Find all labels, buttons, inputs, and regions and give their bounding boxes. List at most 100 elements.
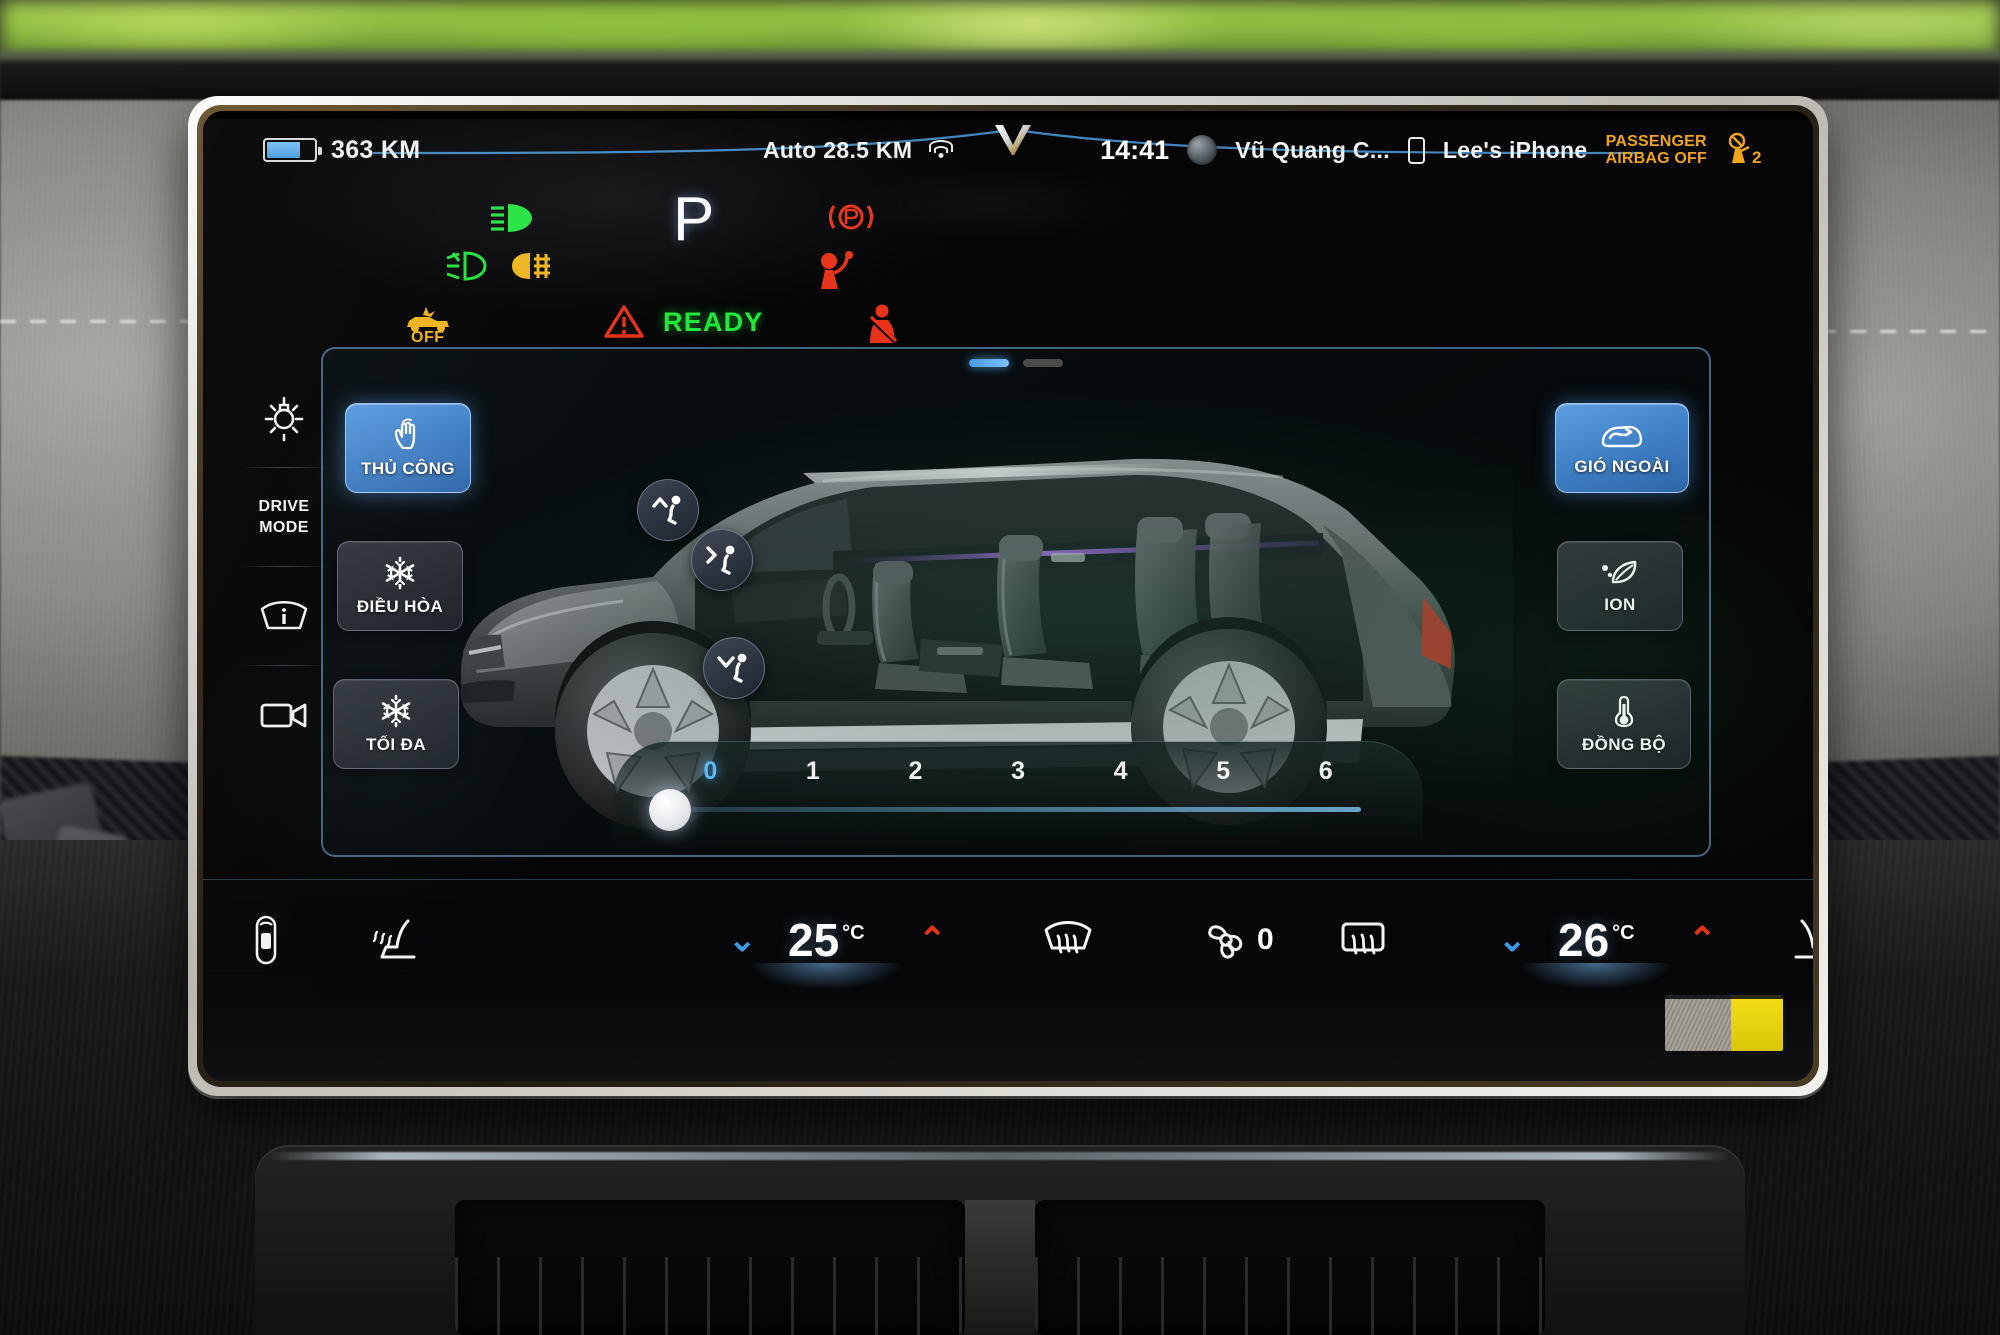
climate-button-ac[interactable]: ĐIỀU HÒA bbox=[337, 541, 463, 631]
climate-button-max-label: TỐI ĐA bbox=[365, 734, 426, 754]
car-top-view-icon bbox=[251, 914, 281, 966]
right-temp-value: 26 bbox=[1558, 913, 1610, 966]
climate-button-fresh-air-label: GIÓ NGOÀI bbox=[1574, 456, 1670, 476]
fan-tick-4[interactable]: 4 bbox=[1069, 757, 1172, 786]
chevron-up-icon: ⌃ bbox=[918, 920, 947, 959]
general-warning-icon bbox=[603, 303, 645, 341]
left-temp-down-button[interactable]: ⌄ bbox=[728, 923, 757, 957]
climate-button-ac-label: ĐIỀU HÒA bbox=[356, 596, 444, 616]
fan-slider-ticks: 0 1 2 3 4 5 6 bbox=[659, 757, 1377, 786]
rear-fog-lamp-icon bbox=[508, 249, 558, 283]
passenger-airbag-off-icon: 2 bbox=[1725, 132, 1769, 167]
clock: 14:41 bbox=[1100, 134, 1170, 165]
thermometer-sync-icon bbox=[1611, 694, 1637, 728]
climate-button-ion[interactable]: ION bbox=[1557, 541, 1683, 631]
fresh-air-circulation-icon bbox=[1599, 420, 1645, 450]
auto-distance-value: Auto 28.5 KM bbox=[763, 136, 913, 163]
infotainment-screen[interactable]: 363 KM Auto 28.5 KM 14:41 Vũ Quang C... … bbox=[203, 119, 1813, 999]
camera-icon bbox=[259, 698, 309, 732]
traction-off-label: OFF bbox=[411, 329, 445, 346]
center-vent-right[interactable] bbox=[1035, 1200, 1545, 1335]
climate-control-panel: THỦ CÔNG ĐIỀU HÒA TỐI ĐA GIÓ NGOÀI ION Đ… bbox=[321, 347, 1711, 857]
driver-seat-heater-icon bbox=[368, 917, 422, 963]
occupant-count: 2 bbox=[1752, 148, 1761, 167]
climate-button-sync[interactable]: ĐỒNG BỘ bbox=[1557, 679, 1691, 769]
fan-status-display[interactable]: 0 bbox=[1203, 918, 1274, 962]
parking-brake-icon bbox=[828, 197, 874, 237]
climate-button-manual-label: THỦ CÔNG bbox=[361, 458, 455, 478]
chevron-up-icon: ⌃ bbox=[1688, 920, 1717, 959]
vent-chrome-trim bbox=[268, 1152, 1730, 1160]
phone-icon bbox=[1407, 136, 1425, 164]
center-vent-left[interactable] bbox=[455, 1200, 965, 1335]
passenger-seat-heater-button[interactable] bbox=[1788, 917, 1813, 963]
wifi-icon bbox=[928, 140, 954, 160]
front-defrost-icon bbox=[1041, 918, 1095, 962]
page-indicator[interactable] bbox=[969, 359, 1063, 367]
climate-button-fresh-air[interactable]: GIÓ NGOÀI bbox=[1555, 403, 1689, 493]
fan-icon bbox=[1203, 918, 1249, 962]
snowflake-icon bbox=[379, 694, 413, 728]
right-temperature-display[interactable]: 26 °C bbox=[1521, 913, 1672, 989]
sidebar-item-vehicle-info[interactable] bbox=[241, 567, 327, 665]
right-temp-unit: °C bbox=[1612, 921, 1635, 944]
user-avatar[interactable] bbox=[1187, 135, 1218, 165]
drive-mode-label-1: DRIVE bbox=[258, 497, 310, 515]
passenger-airbag-status: PASSENGER AIRBAG OFF bbox=[1605, 133, 1707, 167]
traction-control-off-icon: OFF bbox=[395, 303, 465, 346]
user-name[interactable]: Vũ Quang C... bbox=[1235, 137, 1390, 164]
fan-tick-3[interactable]: 3 bbox=[967, 757, 1070, 786]
chevron-down-icon: ⌄ bbox=[728, 920, 757, 959]
display-glass: 363 KM Auto 28.5 KM 14:41 Vũ Quang C... … bbox=[203, 111, 1813, 1081]
driver-seat-heater-button[interactable] bbox=[368, 917, 422, 963]
vinfast-v-logo bbox=[995, 125, 1031, 155]
airflow-feet-button[interactable] bbox=[703, 637, 765, 699]
airbag-line-2: AIRBAG OFF bbox=[1605, 150, 1707, 167]
car-status-button[interactable] bbox=[251, 914, 281, 966]
front-defrost-button[interactable] bbox=[1041, 918, 1095, 962]
snowflake-icon bbox=[383, 556, 417, 590]
airflow-up-button[interactable] bbox=[637, 479, 699, 541]
right-temp-down-button[interactable]: ⌄ bbox=[1498, 923, 1527, 957]
connected-device-name[interactable]: Lee's iPhone bbox=[1443, 137, 1588, 164]
climate-button-max[interactable]: TỐI ĐA bbox=[333, 679, 459, 769]
fan-speed-slider[interactable]: 0 1 2 3 4 5 6 bbox=[613, 741, 1423, 849]
fan-tick-0[interactable]: 0 bbox=[659, 757, 762, 786]
fan-slider-track[interactable] bbox=[675, 807, 1361, 812]
left-temp-up-button[interactable]: ⌃ bbox=[918, 923, 947, 957]
page-dot-1[interactable] bbox=[969, 359, 1009, 367]
climate-button-manual[interactable]: THỦ CÔNG bbox=[345, 403, 471, 493]
sidebar-item-drive-mode[interactable]: DRIVE MODE bbox=[241, 468, 327, 566]
status-bar: 363 KM Auto 28.5 KM 14:41 Vũ Quang C... … bbox=[203, 119, 1813, 181]
page-dot-2[interactable] bbox=[1023, 359, 1063, 367]
airbag-warning-icon bbox=[816, 249, 860, 291]
right-temp-up-button[interactable]: ⌃ bbox=[1688, 923, 1717, 957]
status-bar-left-group: 363 KM bbox=[263, 136, 420, 165]
fan-tick-6[interactable]: 6 bbox=[1274, 757, 1377, 786]
vent-divider bbox=[965, 1200, 1035, 1335]
fan-tick-1[interactable]: 1 bbox=[762, 757, 865, 786]
airbag-line-1: PASSENGER bbox=[1605, 133, 1707, 150]
airflow-face-button[interactable] bbox=[691, 529, 753, 591]
left-sidebar-rail: DRIVE MODE bbox=[241, 369, 327, 764]
chevron-down-icon: ⌄ bbox=[1498, 920, 1527, 959]
airflow-face-icon bbox=[703, 543, 741, 577]
sidebar-item-brightness[interactable] bbox=[241, 369, 327, 467]
passenger-seat-heater-icon bbox=[1788, 917, 1813, 963]
fan-slider-handle[interactable] bbox=[649, 789, 691, 831]
left-temperature-display[interactable]: 25 °C bbox=[751, 913, 902, 989]
airflow-feet-icon bbox=[715, 651, 753, 685]
left-temp-value: 25 bbox=[788, 913, 840, 966]
fan-speed-value: 0 bbox=[1257, 922, 1274, 956]
climate-button-ion-label: ION bbox=[1604, 594, 1636, 614]
gear-indicator: P bbox=[673, 185, 715, 254]
fan-tick-2[interactable]: 2 bbox=[864, 757, 967, 786]
display-corner-sticker bbox=[1665, 995, 1783, 1051]
seatbelt-warning-icon bbox=[863, 303, 905, 347]
sidebar-item-camera[interactable] bbox=[241, 666, 327, 764]
rear-defrost-button[interactable] bbox=[1338, 918, 1388, 962]
left-temp-unit: °C bbox=[842, 921, 865, 944]
fan-tick-5[interactable]: 5 bbox=[1172, 757, 1275, 786]
status-bar-mid-group: Auto 28.5 KM bbox=[763, 137, 954, 164]
dashboard-scene: 363 KM Auto 28.5 KM 14:41 Vũ Quang C... … bbox=[0, 0, 2000, 1335]
